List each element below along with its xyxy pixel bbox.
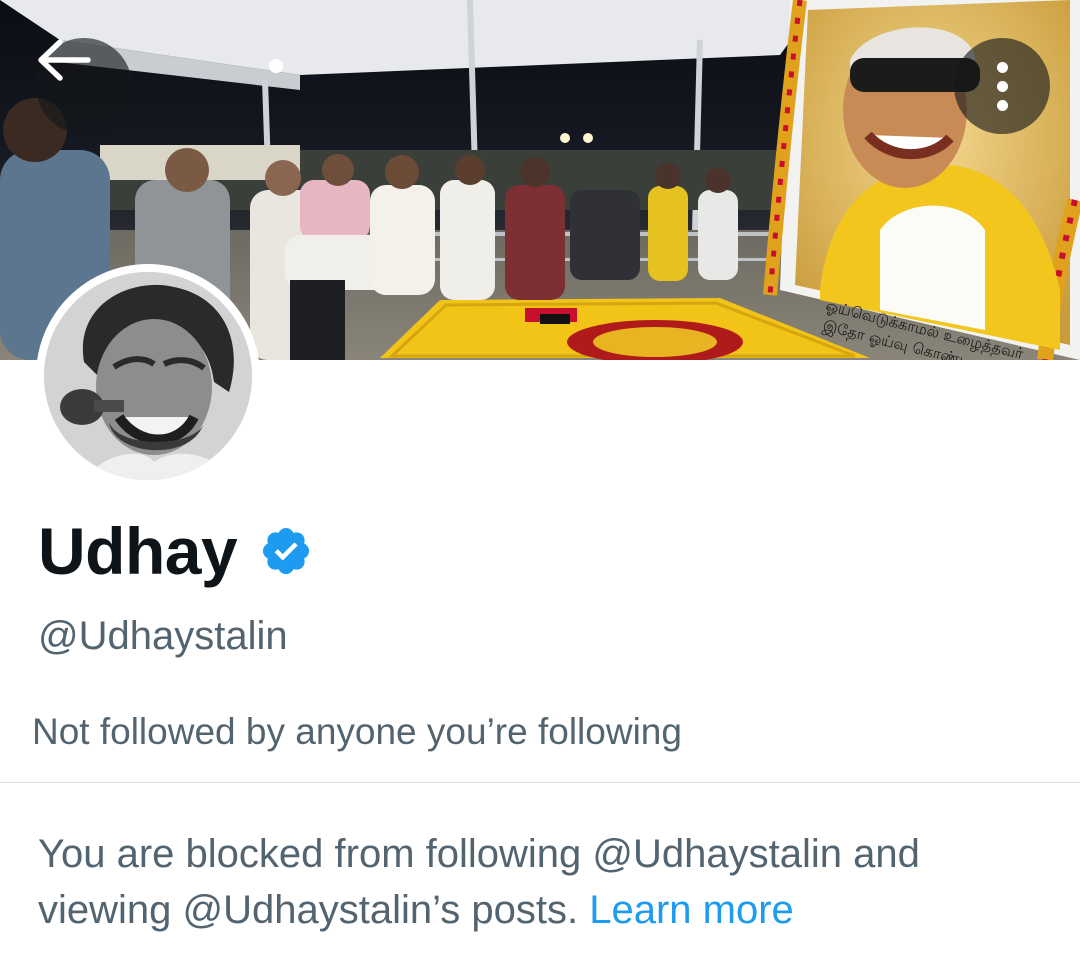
back-button[interactable] — [36, 38, 132, 134]
avatar[interactable] — [36, 264, 260, 488]
display-name: Udhay — [38, 514, 238, 588]
more-options-button[interactable] — [954, 38, 1050, 134]
name-row: Udhay — [38, 518, 313, 584]
arrow-left-icon — [38, 39, 91, 81]
profile-handle: @Udhaystalin — [38, 614, 288, 658]
followers-you-know-note: Not followed by anyone you’re following — [32, 711, 682, 752]
blocked-message: You are blocked from following @Udhaysta… — [38, 826, 1038, 938]
learn-more-link[interactable]: Learn more — [589, 888, 794, 932]
verified-badge-icon[interactable] — [259, 524, 313, 578]
avatar-photo — [44, 272, 252, 480]
more-vertical-icon — [996, 61, 1008, 111]
divider — [0, 782, 1080, 783]
